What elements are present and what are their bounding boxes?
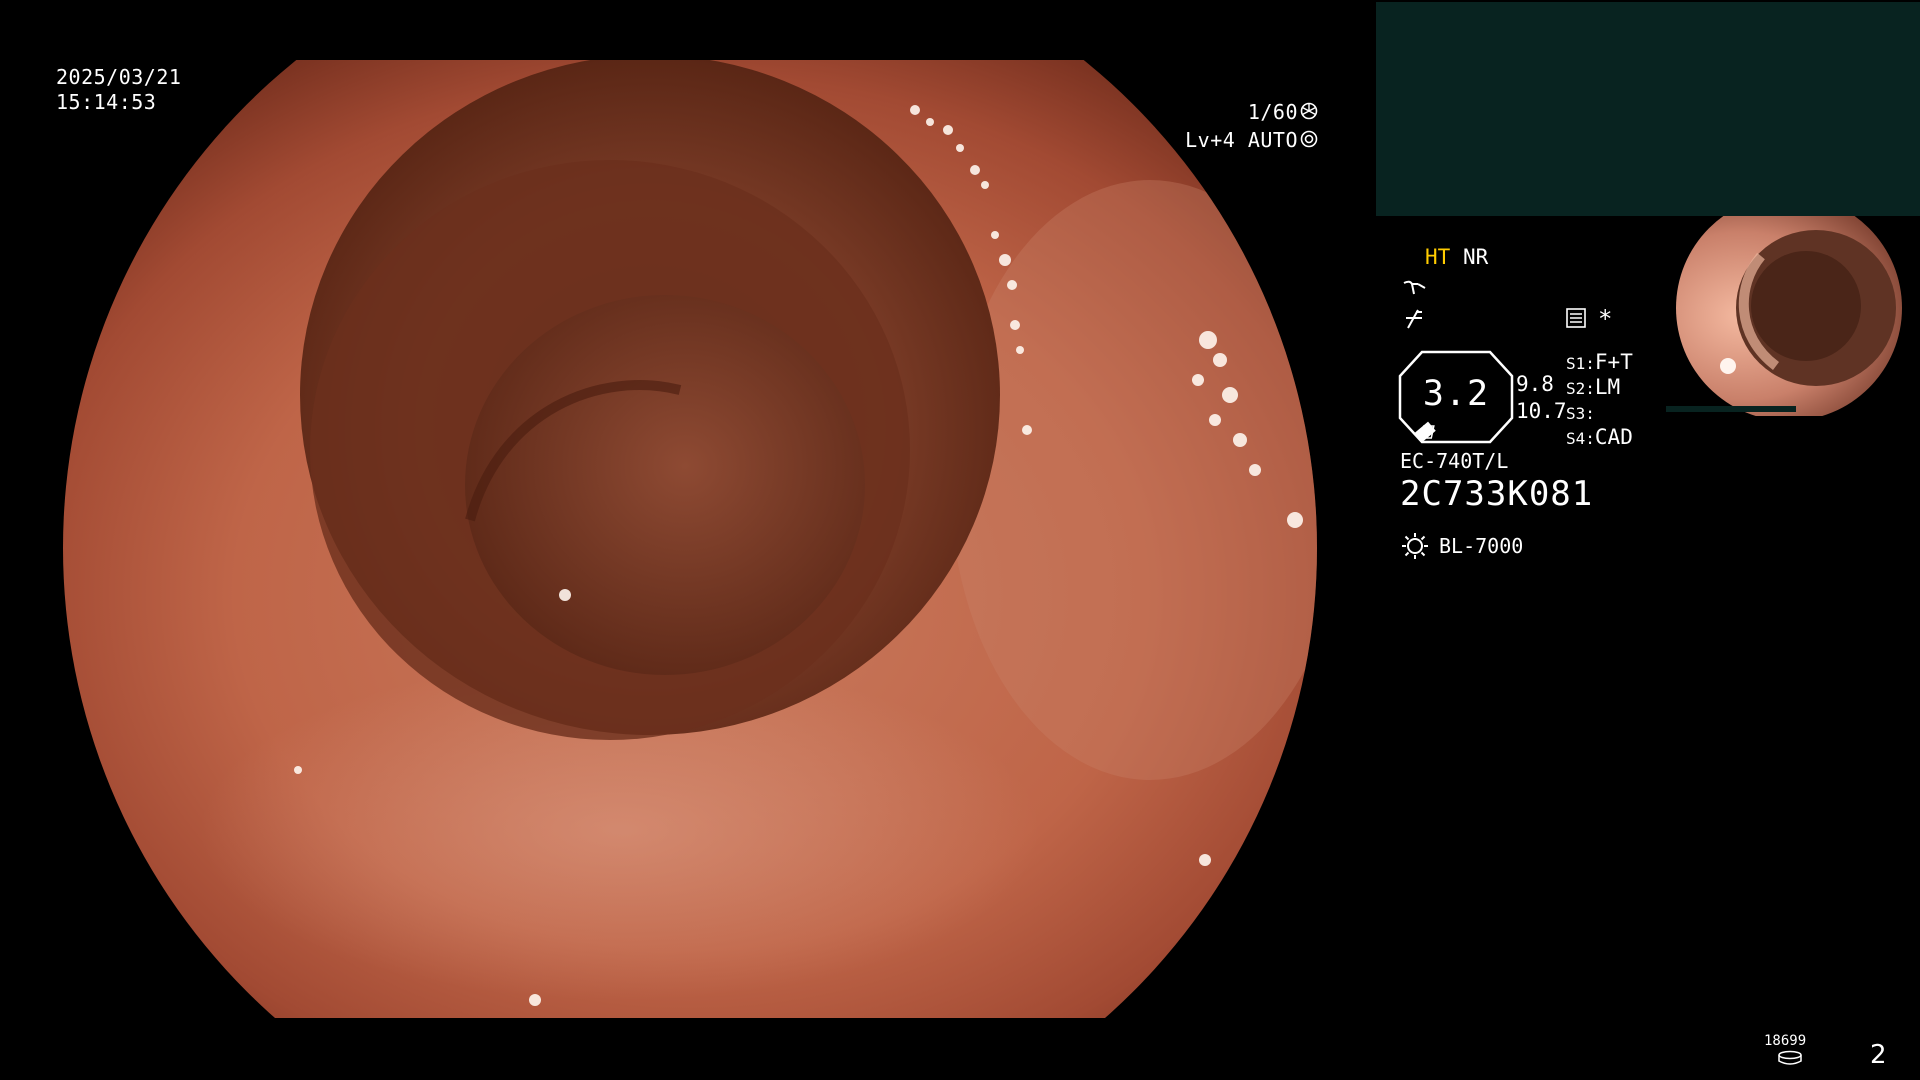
ht-indicator: HT — [1425, 245, 1451, 269]
value-upper: 9.8 — [1516, 372, 1554, 396]
storage-icon — [1778, 1050, 1802, 1065]
scope-serial: 2C733K081 — [1400, 474, 1594, 514]
value-lower: 10.7 — [1516, 399, 1567, 423]
secondary-display-area — [1376, 2, 1920, 216]
switch-s1: S1:F+T — [1566, 350, 1633, 374]
nr-indicator: NR — [1463, 245, 1489, 269]
switch-s3: S3: — [1566, 404, 1595, 423]
page-number: 2 — [1870, 1040, 1887, 1070]
scope-image — [63, 60, 1317, 1018]
enhancement-value: 3.2 — [1422, 374, 1490, 414]
air-water-icon — [1406, 309, 1422, 329]
switch-s2: S2:LM — [1566, 375, 1621, 399]
menu-icon — [1566, 308, 1586, 328]
time-label: 15:14:53 — [56, 90, 157, 114]
asterisk-icon: * — [1598, 305, 1613, 333]
pip-thumbnail — [1666, 216, 1920, 416]
switch-s4: S4:CAD — [1566, 425, 1633, 449]
shutter-speed-label: 1/60 — [1247, 100, 1298, 124]
light-source-icon — [1402, 533, 1428, 559]
auto-iris-icon — [1300, 130, 1318, 148]
shutter-icon — [1300, 102, 1318, 120]
scope-model: EC-740T/L — [1400, 449, 1509, 473]
date-label: 2025/03/21 — [56, 65, 182, 89]
light-source-label: BL-7000 — [1439, 534, 1524, 558]
endoscope-video-feed — [63, 60, 1317, 1018]
iris-mode-label: Lv+4 AUTO — [1185, 128, 1298, 152]
pump-icon — [1403, 280, 1426, 295]
counter-label: 18699 — [1764, 1033, 1807, 1049]
